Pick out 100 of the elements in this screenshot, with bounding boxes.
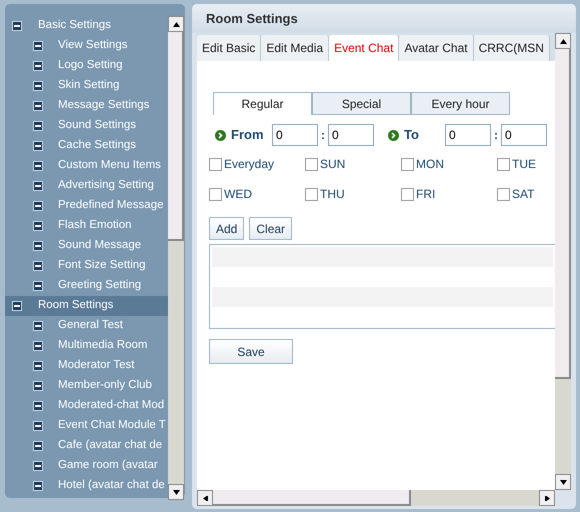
collapse-icon[interactable] xyxy=(33,481,43,491)
collapse-icon[interactable] xyxy=(33,321,43,331)
time-label: To xyxy=(404,126,419,144)
tab[interactable]: Avatar Chat xyxy=(399,35,474,61)
time-label: From xyxy=(231,126,264,144)
tree-item[interactable]: Greeting Setting xyxy=(5,276,168,296)
collapse-icon[interactable] xyxy=(33,461,43,471)
collapse-icon[interactable] xyxy=(33,421,43,431)
tree-item[interactable]: Room Settings xyxy=(5,296,168,316)
scroll-thumb[interactable] xyxy=(213,490,411,506)
tree-item[interactable]: Cafe (avatar chat de xyxy=(5,436,168,456)
collapse-icon[interactable] xyxy=(33,41,43,51)
save-button[interactable]: Save xyxy=(209,339,293,364)
tree-item[interactable]: Sound Message xyxy=(5,236,168,256)
tree-item[interactable]: Moderated-chat Mod xyxy=(5,396,168,416)
collapse-icon[interactable] xyxy=(33,281,43,291)
tree-item[interactable]: General Test xyxy=(5,316,168,336)
collapse-icon[interactable] xyxy=(33,241,43,251)
panel-title: Room Settings xyxy=(192,4,576,33)
tree-item[interactable]: Font Size Setting xyxy=(5,256,168,276)
tree-item[interactable]: View Settings xyxy=(5,36,168,56)
day-label: WED xyxy=(224,186,252,203)
tree-item[interactable]: Sound Settings xyxy=(5,116,168,136)
tree-item[interactable]: Message Settings xyxy=(5,96,168,116)
collapse-icon[interactable] xyxy=(33,61,43,71)
tree-item[interactable]: Custom Menu Items xyxy=(5,156,168,176)
checkbox[interactable] xyxy=(497,158,510,170)
collapse-icon[interactable] xyxy=(33,141,43,151)
tree-item[interactable]: Event Chat Module T xyxy=(5,416,168,436)
collapse-icon[interactable] xyxy=(33,161,43,171)
arrow-circle-icon xyxy=(388,130,399,140)
tree-item[interactable]: Member-only Club xyxy=(5,376,168,396)
tree-item[interactable]: Cache Settings xyxy=(5,136,168,156)
day-label: THU xyxy=(320,186,345,203)
time-separator: : xyxy=(320,127,326,144)
scroll-down-button[interactable] xyxy=(555,474,571,490)
checkbox[interactable] xyxy=(401,158,414,170)
action-button[interactable]: Clear xyxy=(249,217,292,240)
tab[interactable]: Every hour xyxy=(411,92,510,115)
collapse-icon[interactable] xyxy=(12,21,22,31)
checkbox[interactable] xyxy=(497,188,510,200)
scroll-down-button[interactable] xyxy=(168,484,184,500)
day-label: TUE xyxy=(512,156,536,173)
scrollbar[interactable] xyxy=(555,33,571,490)
scroll-left-button[interactable] xyxy=(197,490,213,506)
scroll-thumb[interactable] xyxy=(555,49,571,379)
tree-item[interactable]: Advertising Setting xyxy=(5,176,168,196)
checkbox[interactable] xyxy=(401,188,414,200)
checkbox[interactable] xyxy=(305,188,318,200)
checkbox[interactable] xyxy=(209,158,222,170)
collapse-icon[interactable] xyxy=(33,201,43,211)
collapse-icon[interactable] xyxy=(33,121,43,131)
day-label: SUN xyxy=(320,156,346,173)
scroll-up-button[interactable] xyxy=(168,16,184,32)
checkbox[interactable] xyxy=(209,188,222,200)
checkbox[interactable] xyxy=(305,158,318,170)
collapse-icon[interactable] xyxy=(33,381,43,391)
day-label: MON xyxy=(416,156,444,173)
collapse-icon[interactable] xyxy=(33,341,43,351)
tree-item[interactable]: Basic Settings xyxy=(5,16,168,36)
tab[interactable]: Edit Media xyxy=(261,35,330,61)
tree-item[interactable]: Skin Setting xyxy=(5,76,168,96)
triangle-up-icon xyxy=(172,22,180,26)
collapse-icon[interactable] xyxy=(33,361,43,371)
collapse-icon[interactable] xyxy=(33,81,43,91)
action-button[interactable]: Add xyxy=(209,217,244,240)
minute-field[interactable]: 0 xyxy=(501,124,547,146)
tab[interactable]: Event Chat xyxy=(329,35,400,61)
tree-item[interactable]: Predefined Message xyxy=(5,196,168,216)
tab[interactable]: Regular xyxy=(213,92,312,115)
tree-item[interactable]: Game room (avatar xyxy=(5,456,168,476)
tree-item[interactable]: Hotel (avatar chat de xyxy=(5,476,168,496)
tree-item[interactable]: Logo Setting xyxy=(5,56,168,76)
time-separator: : xyxy=(493,127,499,144)
scroll-thumb[interactable] xyxy=(168,32,184,241)
day-label: SAT xyxy=(512,186,534,203)
triangle-right-icon xyxy=(544,496,550,500)
collapse-icon[interactable] xyxy=(12,301,22,311)
collapse-icon[interactable] xyxy=(33,441,43,451)
scroll-right-button[interactable] xyxy=(539,490,555,506)
minute-field[interactable]: 0 xyxy=(328,124,374,146)
collapse-icon[interactable] xyxy=(33,261,43,271)
hour-field[interactable]: 0 xyxy=(445,124,491,146)
arrow-circle-icon xyxy=(215,130,226,140)
tab[interactable]: Special xyxy=(312,92,411,115)
scrollbar[interactable] xyxy=(168,16,184,500)
collapse-icon[interactable] xyxy=(33,401,43,411)
tab[interactable]: CRRC(MSN xyxy=(474,35,550,61)
scrollbar[interactable] xyxy=(197,490,555,506)
tree-item[interactable]: Multimedia Room xyxy=(5,336,168,356)
triangle-down-icon xyxy=(172,490,180,494)
tab[interactable]: Edit Basic xyxy=(197,35,262,61)
triangle-down-icon xyxy=(560,480,566,484)
tree-item[interactable]: Moderator Test xyxy=(5,356,168,376)
hour-field[interactable]: 0 xyxy=(272,124,318,146)
collapse-icon[interactable] xyxy=(33,221,43,231)
scroll-up-button[interactable] xyxy=(555,33,571,49)
tree-item[interactable]: Flash Emotion xyxy=(5,216,168,236)
collapse-icon[interactable] xyxy=(33,101,43,111)
collapse-icon[interactable] xyxy=(33,181,43,191)
